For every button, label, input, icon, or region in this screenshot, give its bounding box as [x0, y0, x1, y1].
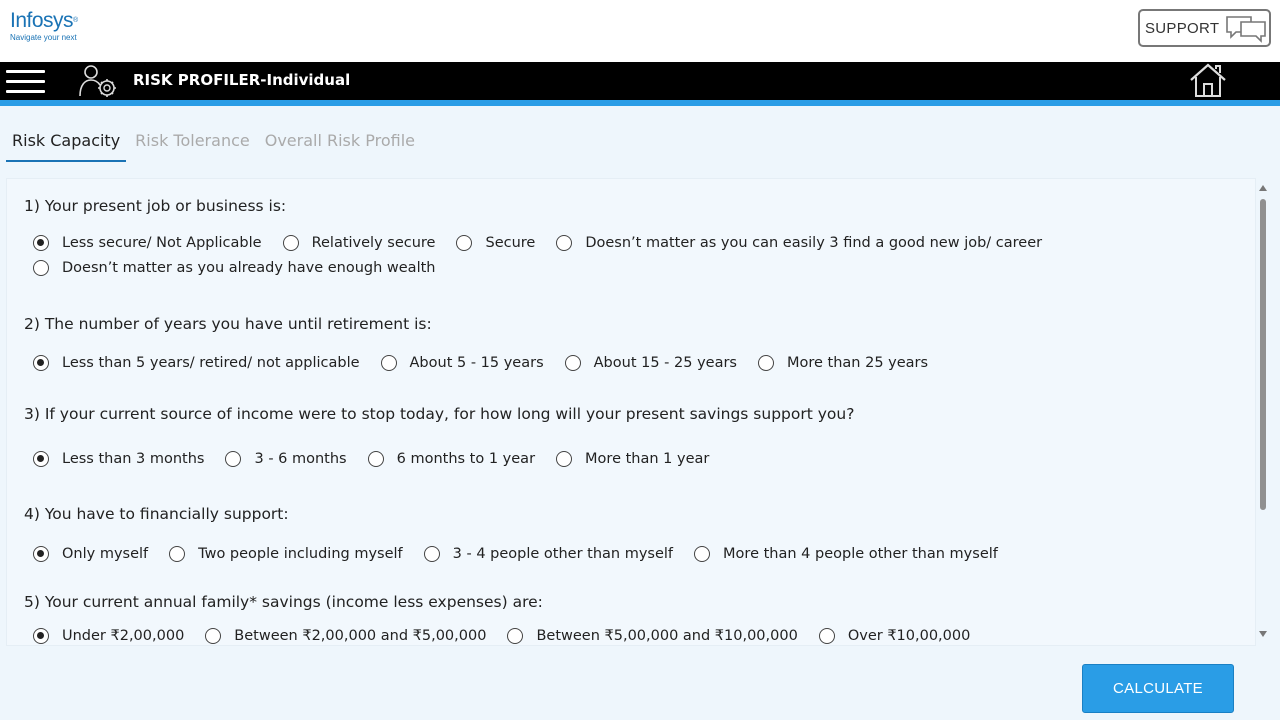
calculate-button[interactable]: CALCULATE — [1082, 664, 1234, 713]
hamburger-menu-icon[interactable] — [6, 70, 46, 94]
option-label: Two people including myself — [198, 546, 403, 562]
radio-button[interactable] — [564, 355, 581, 371]
option-label: 6 months to 1 year — [396, 451, 536, 467]
option-label: Less than 5 years/ retired/ not applicab… — [62, 355, 360, 371]
option-label: 3 - 4 people other than myself — [452, 546, 674, 562]
question-5-text: 5) Your current annual family* savings (… — [24, 593, 543, 611]
q3-option-less-than-3-months[interactable]: Less than 3 months — [33, 451, 204, 467]
home-icon[interactable] — [1188, 62, 1228, 102]
q2-option-5-15[interactable]: About 5 - 15 years — [380, 355, 544, 371]
q4-option-two-people[interactable]: Two people including myself — [169, 546, 403, 562]
question-4-options: Only myself Two people including myself … — [33, 546, 1019, 562]
tab-overall-risk-profile[interactable]: Overall Risk Profile — [259, 128, 421, 162]
radio-button[interactable] — [282, 235, 299, 251]
q5-option-5-10-lakh[interactable]: Between ₹5,00,000 and ₹10,00,000 — [507, 628, 798, 644]
question-1-text: 1) Your present job or business is: — [24, 197, 287, 215]
q4-option-more-than-4-people[interactable]: More than 4 people other than myself — [694, 546, 998, 562]
tab-risk-capacity[interactable]: Risk Capacity — [6, 128, 127, 162]
q2-option-less-than-5[interactable]: Less than 5 years/ retired/ not applicab… — [33, 355, 360, 371]
option-label: About 15 - 25 years — [593, 355, 737, 371]
radio-button[interactable] — [33, 546, 49, 562]
q1-option-secure[interactable]: Secure — [456, 235, 535, 251]
question-5-options: Under ₹2,00,000 Between ₹2,00,000 and ₹5… — [33, 628, 991, 644]
radio-button[interactable] — [423, 546, 440, 562]
risk-profiler-icon — [78, 63, 120, 103]
tab-risk-tolerance[interactable]: Risk Tolerance — [129, 128, 256, 162]
q2-option-15-25[interactable]: About 15 - 25 years — [564, 355, 737, 371]
q4-option-3-4-people[interactable]: 3 - 4 people other than myself — [423, 546, 674, 562]
support-label: SUPPORT — [1145, 19, 1220, 37]
radio-button[interactable] — [225, 451, 242, 467]
scroll-up-arrow-icon[interactable] — [1259, 185, 1267, 191]
logo-wordmark: Infosys — [10, 9, 74, 32]
q1-option-enough-wealth[interactable]: Doesn’t matter as you already have enoug… — [33, 260, 435, 276]
radio-button[interactable] — [818, 628, 835, 644]
question-3-options: Less than 3 months 3 - 6 months 6 months… — [33, 451, 730, 467]
question-2-options: Less than 5 years/ retired/ not applicab… — [33, 355, 949, 371]
q2-option-more-than-25[interactable]: More than 25 years — [757, 355, 929, 371]
radio-button[interactable] — [456, 235, 473, 251]
option-label: 3 - 6 months — [254, 451, 347, 467]
radio-button[interactable] — [556, 235, 573, 251]
option-label: Under ₹2,00,000 — [62, 628, 185, 644]
question-2-text: 2) The number of years you have until re… — [24, 315, 432, 333]
logo-tagline: Navigate your next — [10, 33, 77, 42]
radio-button[interactable] — [33, 235, 49, 251]
radio-button[interactable] — [694, 546, 711, 562]
radio-button[interactable] — [33, 260, 49, 276]
option-label: Only myself — [62, 546, 149, 562]
option-label: More than 25 years — [786, 355, 929, 371]
q4-option-only-myself[interactable]: Only myself — [33, 546, 148, 562]
q5-option-under-2-lakh[interactable]: Under ₹2,00,000 — [33, 628, 184, 644]
option-label: Over ₹10,00,000 — [847, 628, 971, 644]
logo-registered-mark: ® — [73, 17, 78, 24]
option-label: Relatively secure — [311, 235, 436, 251]
option-label: Doesn’t matter as you can easily 3 find … — [585, 235, 1043, 251]
scrollbar-thumb[interactable] — [1260, 199, 1266, 510]
support-button[interactable]: SUPPORT — [1138, 9, 1271, 47]
q5-option-over-10-lakh[interactable]: Over ₹10,00,000 — [818, 628, 971, 644]
question-3-text: 3) If your current source of income were… — [24, 405, 855, 423]
radio-button[interactable] — [205, 628, 222, 644]
radio-button[interactable] — [507, 628, 524, 644]
radio-button[interactable] — [556, 451, 573, 467]
option-label: Between ₹2,00,000 and ₹5,00,000 — [234, 628, 487, 644]
option-label: Between ₹5,00,000 and ₹10,00,000 — [536, 628, 798, 644]
q1-option-less-secure[interactable]: Less secure/ Not Applicable — [33, 235, 262, 251]
chat-bubbles-icon — [1224, 14, 1268, 48]
option-label: Less than 3 months — [62, 451, 205, 467]
radio-button[interactable] — [380, 355, 397, 371]
tab-bar: Risk Capacity Risk Tolerance Overall Ris… — [6, 128, 424, 162]
option-label: Less secure/ Not Applicable — [62, 235, 262, 251]
nav-accent-stripe — [0, 100, 1280, 106]
question-1-options-row-1: Less secure/ Not Applicable Relatively s… — [33, 235, 1063, 251]
q1-option-relatively-secure[interactable]: Relatively secure — [282, 235, 436, 251]
question-1-options-row-2: Doesn’t matter as you already have enoug… — [33, 260, 456, 276]
option-label: Secure — [485, 235, 536, 251]
q1-option-new-job[interactable]: Doesn’t matter as you can easily 3 find … — [556, 235, 1042, 251]
q3-option-6-months-1-year[interactable]: 6 months to 1 year — [367, 451, 536, 467]
top-header: Infosys® Navigate your next SUPPORT — [0, 0, 1280, 62]
q5-option-2-5-lakh[interactable]: Between ₹2,00,000 and ₹5,00,000 — [205, 628, 486, 644]
scroll-down-arrow-icon[interactable] — [1259, 631, 1267, 637]
option-label: Doesn’t matter as you already have enoug… — [62, 260, 436, 276]
option-label: About 5 - 15 years — [409, 355, 544, 371]
questions-panel: 1) Your present job or business is: Less… — [6, 178, 1256, 646]
option-label: More than 4 people other than myself — [723, 546, 998, 562]
nav-title: RISK PROFILER-Individual — [133, 71, 351, 89]
radio-button[interactable] — [33, 628, 49, 644]
radio-button[interactable] — [367, 451, 384, 467]
question-4-text: 4) You have to financially support: — [24, 505, 289, 523]
radio-button[interactable] — [169, 546, 186, 562]
infosys-logo[interactable]: Infosys® Navigate your next — [10, 9, 78, 43]
q3-option-3-6-months[interactable]: 3 - 6 months — [225, 451, 347, 467]
radio-button[interactable] — [757, 355, 774, 371]
option-label: More than 1 year — [585, 451, 710, 467]
radio-button[interactable] — [33, 355, 49, 371]
radio-button[interactable] — [33, 451, 49, 467]
nav-bar: RISK PROFILER-Individual — [0, 62, 1280, 100]
q3-option-more-than-1-year[interactable]: More than 1 year — [556, 451, 709, 467]
